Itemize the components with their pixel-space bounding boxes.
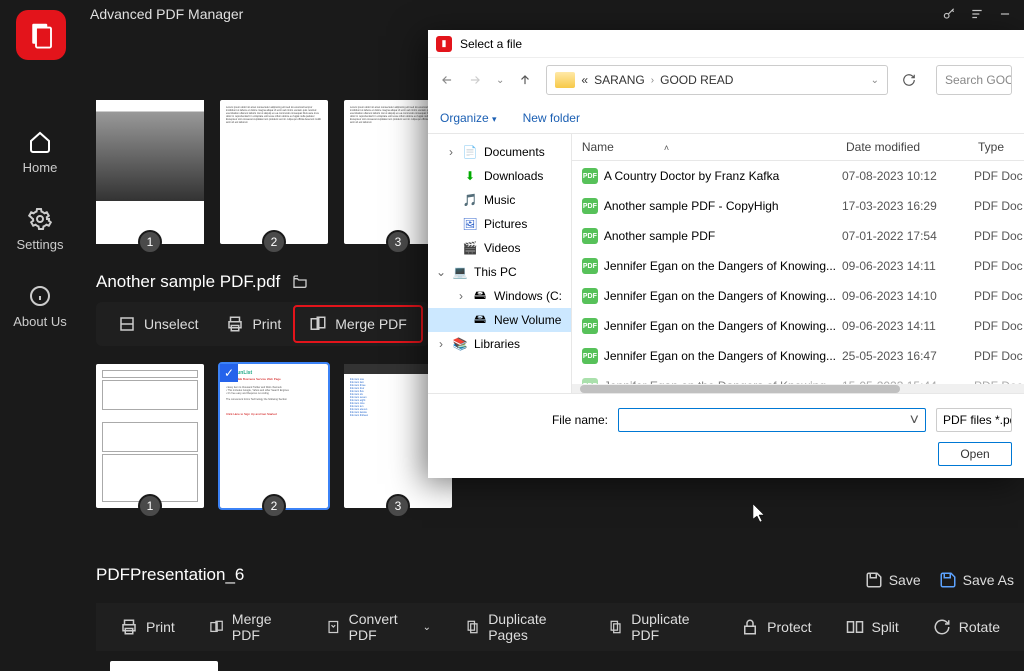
refresh-icon[interactable] (902, 73, 916, 87)
tree-pictures[interactable]: 🖼Pictures (428, 212, 571, 236)
merge-button[interactable]: Merge PDF (195, 603, 306, 651)
filename-label: File name: (440, 413, 608, 427)
menu-icon[interactable] (970, 7, 984, 21)
horizontal-scrollbar[interactable] (572, 384, 1024, 393)
thumb[interactable]: Lorem ipsum dolor sit amet consectetur a… (220, 100, 328, 244)
rotate-button[interactable]: Rotate (919, 610, 1014, 644)
thumb[interactable]: 1 (96, 100, 204, 244)
tree-downloads[interactable]: ⬇Downloads (428, 164, 571, 188)
search-input[interactable]: Search GOOD R (936, 65, 1012, 95)
save-button[interactable]: Save (865, 571, 921, 589)
tree-thispc[interactable]: ⌄💻This PC (428, 260, 571, 284)
duplicate-pages-button[interactable]: Duplicate Pages (451, 603, 588, 651)
thumb-number: 1 (138, 230, 162, 254)
new-folder-button[interactable]: New folder (523, 111, 580, 125)
folder-open-icon[interactable] (290, 274, 310, 290)
file-filter[interactable]: PDF files *.pdf (936, 408, 1012, 432)
sidebar-settings[interactable]: Settings (17, 207, 64, 252)
file-dialog: ▮ Select a file ⌄ « SARANG › GOOD READ ⌄… (428, 30, 1024, 478)
tree-windows[interactable]: ›🖴Windows (C: (428, 284, 571, 308)
unselect-button[interactable]: Unselect (104, 307, 212, 341)
breadcrumb[interactable]: SARANG (594, 73, 645, 87)
dialog-app-icon: ▮ (436, 36, 452, 52)
print-button[interactable]: Print (106, 610, 189, 644)
thumb-number: 1 (138, 494, 162, 518)
label: Duplicate PDF (631, 611, 707, 643)
back-icon[interactable] (440, 73, 454, 87)
tree-documents[interactable]: ›📄Documents (428, 140, 571, 164)
filename-input[interactable] (618, 408, 926, 432)
check-icon: ✓ (220, 364, 238, 382)
file-row[interactable]: PDFJennifer Egan on the Dangers of Knowi… (572, 371, 1024, 384)
tree-videos[interactable]: 🎬Videos (428, 236, 571, 260)
section3-title: PDFPresentation_6 (96, 565, 244, 585)
section2-title: Another sample PDF.pdf (96, 272, 280, 292)
up-icon[interactable] (518, 73, 532, 87)
open-button[interactable]: Open (938, 442, 1012, 466)
thumb[interactable]: ✓📋 DunListGet a FREE Business Service We… (220, 364, 328, 508)
breadcrumb-prefix: « (581, 73, 588, 87)
section2-toolbar: Unselect Print Merge PDF (96, 302, 429, 346)
protect-button[interactable]: Protect (727, 610, 825, 644)
tree-newvolume[interactable]: 🖴New Volume (428, 308, 571, 332)
duplicate-pdf-button[interactable]: Duplicate PDF (594, 603, 721, 651)
thumb-number: 3 (386, 494, 410, 518)
dialog-title: Select a file (460, 37, 522, 51)
thumb-number: 3 (386, 230, 410, 254)
file-row[interactable]: PDFJennifer Egan on the Dangers of Knowi… (572, 281, 1024, 311)
folder-tree: ›📄Documents ⬇Downloads 🎵Music 🖼Pictures … (428, 134, 572, 393)
history-dropdown[interactable]: ⌄ (496, 75, 504, 86)
thumb[interactable]: 1 (96, 364, 204, 508)
file-list-header[interactable]: Name˄ Date modified Type (572, 134, 1024, 161)
tree-libraries[interactable]: ›📚Libraries (428, 332, 571, 356)
label: Merge PDF (232, 611, 292, 643)
thumb-number: 2 (262, 230, 286, 254)
print-label: Print (252, 316, 281, 332)
unselect-label: Unselect (144, 316, 198, 332)
label: Print (146, 619, 175, 635)
file-row[interactable]: PDFAnother sample PDF07-01-2022 17:54PDF… (572, 221, 1024, 251)
address-bar[interactable]: « SARANG › GOOD READ ⌄ (546, 65, 888, 95)
breadcrumb[interactable]: GOOD READ (660, 73, 733, 87)
folder-icon (555, 72, 575, 88)
merge-pdf-button[interactable]: Merge PDF (295, 307, 421, 341)
section3-toolbar: Print Merge PDF Convert PDF⌄ Duplicate P… (96, 603, 1024, 651)
sidebar-home[interactable]: Home (23, 130, 58, 175)
key-icon[interactable] (942, 7, 956, 21)
print-button[interactable]: Print (212, 307, 295, 341)
file-row[interactable]: PDFJennifer Egan on the Dangers of Knowi… (572, 251, 1024, 281)
thumb-number: 2 (262, 494, 286, 518)
split-button[interactable]: Split (832, 610, 913, 644)
sidebar-about[interactable]: About Us (13, 284, 66, 329)
label: Rotate (959, 619, 1000, 635)
forward-icon[interactable] (468, 73, 482, 87)
minimize-icon[interactable] (998, 7, 1012, 21)
save-label: Save (889, 572, 921, 588)
label: Split (872, 619, 899, 635)
file-row[interactable]: PDFJennifer Egan on the Dangers of Knowi… (572, 341, 1024, 371)
saveas-label: Save As (963, 572, 1014, 588)
file-row[interactable]: PDFAnother sample PDF - CopyHigh17-03-20… (572, 191, 1024, 221)
convert-button[interactable]: Convert PDF⌄ (312, 603, 445, 651)
merge-label: Merge PDF (335, 316, 407, 332)
sidebar-home-label: Home (23, 160, 58, 175)
label: Protect (767, 619, 811, 635)
app-logo (16, 10, 66, 60)
label: Convert PDF (349, 611, 415, 643)
file-row[interactable]: PDFA Country Doctor by Franz Kafka07-08-… (572, 161, 1024, 191)
sidebar-settings-label: Settings (17, 237, 64, 252)
label: Duplicate Pages (488, 611, 574, 643)
search-placeholder: Search GOOD R (945, 73, 1012, 87)
saveas-button[interactable]: Save As (939, 571, 1014, 589)
file-row[interactable]: PDFJennifer Egan on the Dangers of Knowi… (572, 311, 1024, 341)
sidebar-about-label: About Us (13, 314, 66, 329)
tree-music[interactable]: 🎵Music (428, 188, 571, 212)
app-title: Advanced PDF Manager (90, 6, 243, 22)
organize-button[interactable]: Organize ▾ (440, 111, 497, 125)
